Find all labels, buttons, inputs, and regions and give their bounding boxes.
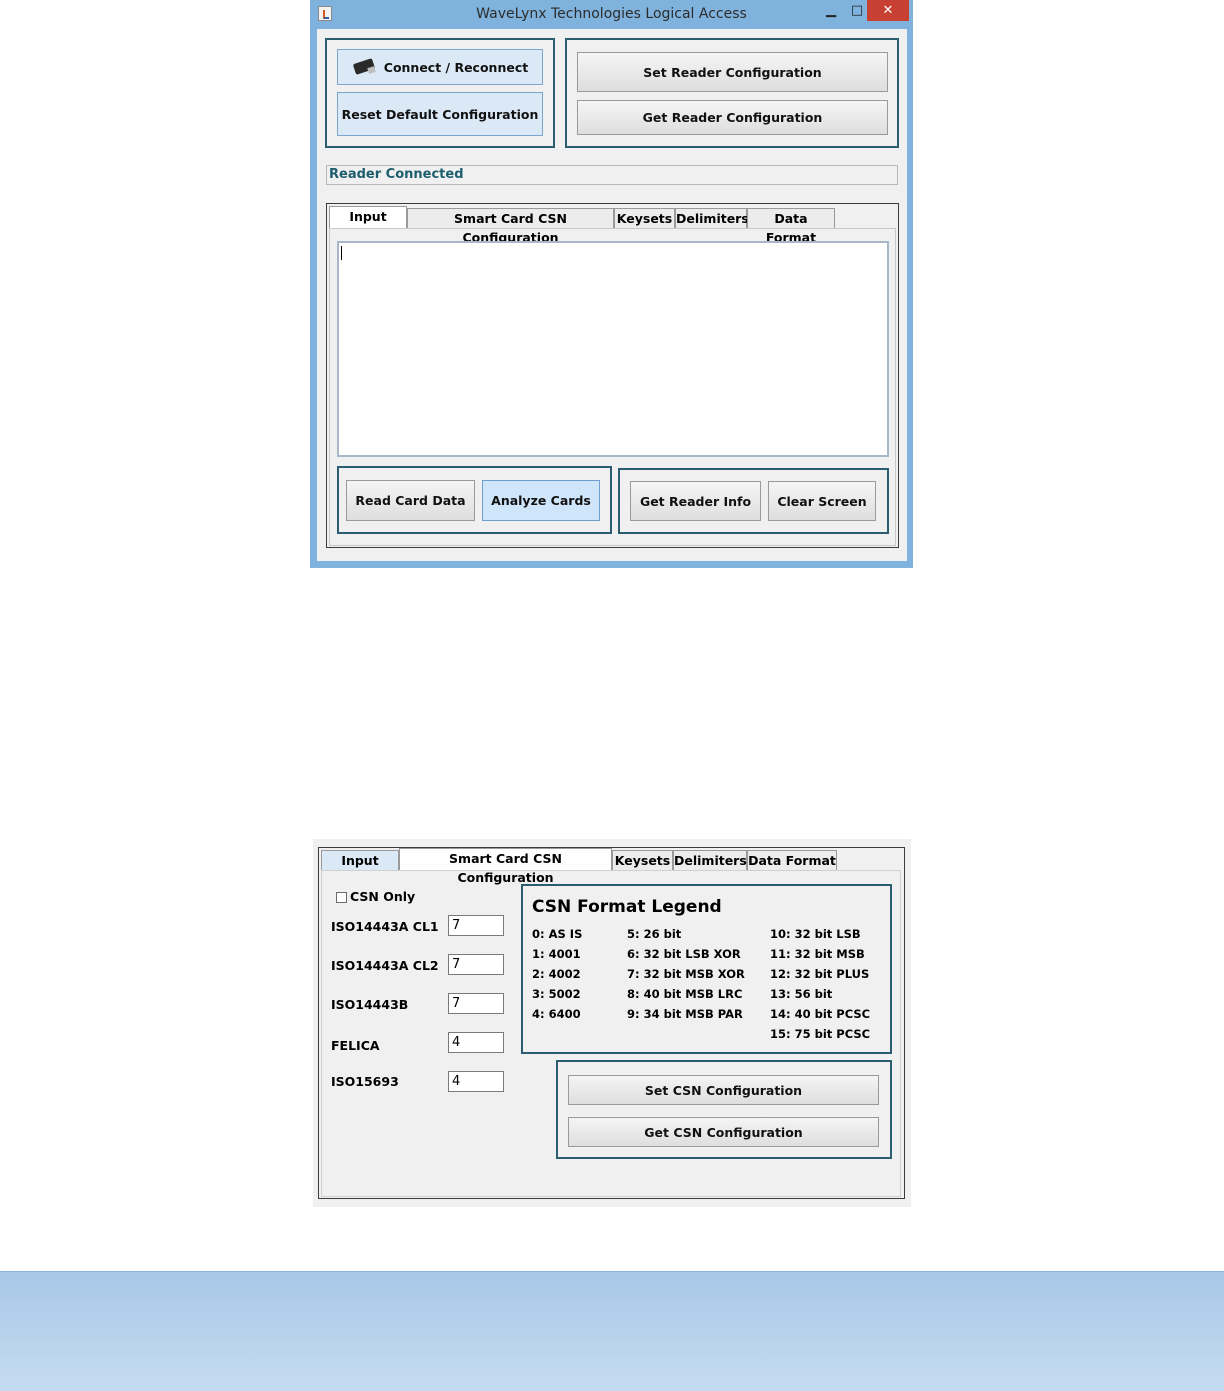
legend-item: 9: 34 bit MSB PAR <box>627 1007 743 1021</box>
legend-item: 14: 40 bit PCSC <box>770 1007 871 1021</box>
connect-button-label: Connect / Reconnect <box>383 59 529 75</box>
iso15693-label: ISO15693 <box>331 1074 399 1089</box>
legend-item: 11: 32 bit MSB <box>770 947 865 961</box>
csn-format-legend-title: CSN Format Legend <box>532 897 722 917</box>
status-bar: Reader Connected <box>326 165 898 185</box>
get-reader-info-button[interactable]: Get Reader Info <box>630 481 761 521</box>
csn-configuration-panel: Set CSN Configuration Get CSN Configurat… <box>556 1060 892 1159</box>
close-button[interactable]: ✕ <box>867 0 909 21</box>
set-reader-configuration-button[interactable]: Set Reader Configuration <box>577 52 888 92</box>
tab-smart-card-csn-configuration[interactable]: Smart Card CSN Configuration <box>399 848 612 885</box>
legend-item: 15: 75 bit PCSC <box>770 1027 871 1041</box>
iso14443b-label: ISO14443B <box>331 997 409 1012</box>
iso14443a-cl1-field[interactable]: 7 <box>448 915 504 936</box>
legend-item: 3: 5002 <box>532 987 581 1001</box>
main-window: WaveLynx Technologies Logical Access ▁ □… <box>310 0 913 568</box>
card-actions-panel: Read Card Data Analyze Cards <box>337 466 612 534</box>
csn-only-label: CSN Only <box>350 889 416 904</box>
title-bar[interactable]: WaveLynx Technologies Logical Access ▁ □… <box>310 0 913 29</box>
csn-configuration-screenshot: Input Smart Card CSN Configuration Keyse… <box>313 839 911 1207</box>
text-caret <box>341 246 342 260</box>
legend-item: 5: 26 bit <box>627 927 682 941</box>
set-csn-configuration-button[interactable]: Set CSN Configuration <box>568 1075 879 1105</box>
legend-item: 4: 6400 <box>532 1007 581 1021</box>
legend-item: 10: 32 bit LSB <box>770 927 861 941</box>
legend-item: 12: 32 bit PLUS <box>770 967 870 981</box>
card-data-text-area[interactable] <box>337 241 889 457</box>
legend-item: 1: 4001 <box>532 947 581 961</box>
get-csn-configuration-button[interactable]: Get CSN Configuration <box>568 1117 879 1147</box>
usb-reader-icon <box>352 58 378 76</box>
iso14443b-field[interactable]: 7 <box>448 993 504 1014</box>
iso14443a-cl2-field[interactable]: 7 <box>448 954 504 975</box>
legend-item: 2: 4002 <box>532 967 581 981</box>
legend-item: 0: AS IS <box>532 927 583 941</box>
iso14443a-cl2-label: ISO14443A CL2 <box>331 958 439 973</box>
legend-item: 13: 56 bit <box>770 987 833 1001</box>
page-footer-band <box>0 1271 1224 1391</box>
connect-reconnect-button[interactable]: Connect / Reconnect <box>337 49 543 85</box>
get-reader-configuration-button[interactable]: Get Reader Configuration <box>577 100 888 135</box>
legend-item: 6: 32 bit LSB XOR <box>627 947 741 961</box>
legend-item: 8: 40 bit MSB LRC <box>627 987 743 1001</box>
csn-format-legend-panel: CSN Format Legend 0: AS IS 1: 4001 2: 40… <box>521 884 892 1054</box>
tab-data-format[interactable]: Data Format <box>747 208 835 245</box>
tab-input[interactable]: Input <box>329 206 407 228</box>
reader-configuration-panel: Set Reader Configuration Get Reader Conf… <box>565 38 899 148</box>
tab-data-format[interactable]: Data Format <box>747 850 837 870</box>
connection-panel: Connect / Reconnect Reset Default Config… <box>325 38 555 148</box>
tab-keysets[interactable]: Keysets <box>614 208 675 228</box>
tab-delimiters[interactable]: Delimiters <box>673 850 747 870</box>
felica-field[interactable]: 4 <box>448 1032 504 1053</box>
tab-container: Input Smart Card CSN Configuration Keyse… <box>326 203 899 548</box>
tab-keysets[interactable]: Keysets <box>612 850 673 870</box>
csn-only-checkbox[interactable] <box>336 892 347 903</box>
iso15693-field[interactable]: 4 <box>448 1071 504 1092</box>
minimize-button[interactable]: ▁ <box>818 0 844 21</box>
read-card-data-button[interactable]: Read Card Data <box>346 480 475 521</box>
window-client-area: Connect / Reconnect Reset Default Config… <box>317 29 907 561</box>
input-tab-panel: Read Card Data Analyze Cards Get Reader … <box>329 228 896 546</box>
csn-tab-container: Input Smart Card CSN Configuration Keyse… <box>318 847 905 1199</box>
clear-screen-button[interactable]: Clear Screen <box>768 481 876 521</box>
reader-info-panel: Get Reader Info Clear Screen <box>618 468 889 534</box>
legend-item: 7: 32 bit MSB XOR <box>627 967 745 981</box>
iso14443a-cl1-label: ISO14443A CL1 <box>331 919 439 934</box>
reset-default-configuration-button[interactable]: Reset Default Configuration <box>337 92 543 136</box>
analyze-cards-button[interactable]: Analyze Cards <box>482 480 600 521</box>
tab-delimiters[interactable]: Delimiters <box>675 208 749 228</box>
felica-label: FELICA <box>331 1038 380 1053</box>
tab-input[interactable]: Input <box>321 850 399 870</box>
csn-tab-panel: CSN Only ISO14443A CL1 7 ISO14443A CL2 7… <box>321 870 901 1197</box>
tab-smart-card-csn-configuration[interactable]: Smart Card CSN Configuration <box>407 208 614 245</box>
